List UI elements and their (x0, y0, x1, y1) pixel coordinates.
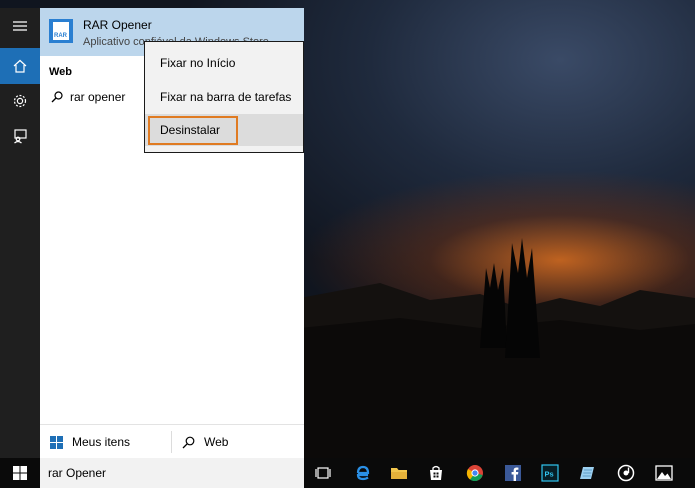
edge-icon (356, 465, 370, 481)
groove-music-icon (617, 464, 635, 482)
photoshop-button[interactable]: Ps (538, 461, 562, 485)
search-filter-bar: Meus itens Web (40, 424, 304, 458)
search-icon (51, 91, 63, 103)
file-explorer-icon (391, 468, 407, 479)
app-name: RAR Opener (83, 18, 152, 32)
pin-to-taskbar-item[interactable]: Fixar na barra de tarefas (145, 81, 303, 113)
web-suggestion-label: rar opener (70, 90, 126, 104)
store-button[interactable] (424, 461, 448, 485)
web-filter-label: Web (204, 435, 229, 449)
task-view-icon (315, 467, 331, 479)
taskbar: Ps (0, 458, 695, 488)
windows-logo-icon (13, 466, 27, 480)
facebook-icon (505, 465, 521, 481)
search-icon (182, 436, 195, 448)
uninstall-highlight-outline (148, 116, 238, 145)
search-input[interactable] (40, 458, 304, 488)
file-explorer-button[interactable] (387, 461, 411, 485)
my-items-label: Meus itens (72, 435, 131, 449)
chrome-button[interactable] (463, 461, 487, 485)
rar-file-icon: RAR (49, 19, 73, 43)
groove-music-button[interactable] (614, 461, 638, 485)
facebook-button[interactable] (501, 461, 525, 485)
taskbar-search-box[interactable] (40, 458, 304, 488)
home-icon (13, 59, 27, 73)
edge-button[interactable] (350, 461, 374, 485)
windows-logo-icon (50, 435, 63, 449)
photoshop-icon: Ps (541, 464, 559, 482)
settings-button[interactable] (0, 83, 40, 119)
web-filter-button[interactable]: Web (182, 425, 228, 459)
hamburger-menu-icon (13, 21, 27, 31)
start-menu-rail (0, 8, 40, 458)
home-button[interactable] (0, 48, 40, 84)
web-section-header: Web (49, 66, 73, 78)
svg-text:Ps: Ps (545, 470, 554, 479)
divider (171, 431, 172, 453)
pin-to-start-item[interactable]: Fixar no Início (145, 47, 303, 79)
chrome-icon (466, 465, 483, 482)
start-button[interactable] (0, 458, 40, 488)
settings-gear-icon (13, 94, 27, 108)
notepad-button[interactable] (576, 461, 600, 485)
photos-icon (655, 465, 673, 481)
feedback-icon (14, 129, 27, 144)
notepad-icon (580, 467, 594, 479)
store-icon (430, 465, 442, 480)
task-view-button[interactable] (311, 461, 335, 485)
feedback-button[interactable] (0, 118, 40, 154)
photos-button[interactable] (652, 461, 676, 485)
hamburger-menu-button[interactable] (0, 8, 40, 44)
my-items-button[interactable]: Meus itens (50, 425, 130, 459)
